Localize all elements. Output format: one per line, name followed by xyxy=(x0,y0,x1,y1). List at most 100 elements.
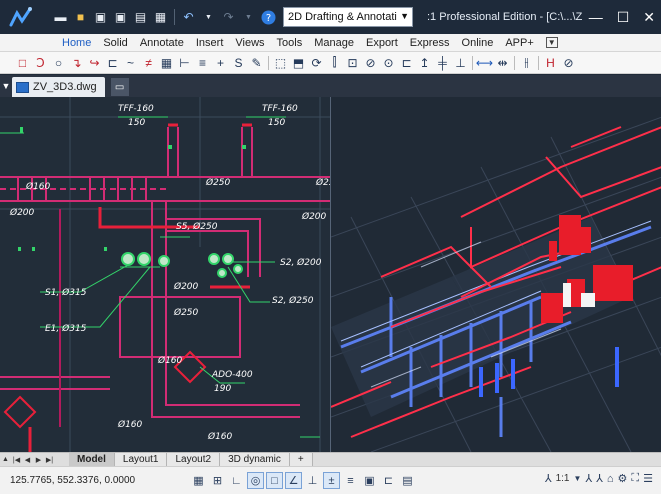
tab-app-plus[interactable]: APP+ xyxy=(499,34,539,52)
layout-tab-3d-dynamic[interactable]: 3D dynamic xyxy=(220,453,290,466)
break-icon[interactable]: ╪ xyxy=(434,54,451,71)
arc-icon[interactable]: ↪ xyxy=(86,54,103,71)
tab-home[interactable]: Home xyxy=(56,34,97,52)
offset-icon[interactable]: ⊘ xyxy=(362,54,379,71)
add-layout-button[interactable]: + xyxy=(289,453,313,466)
multiline-icon[interactable]: ⊢ xyxy=(176,54,193,71)
save-as-icon[interactable]: ▣ xyxy=(112,9,129,26)
last-layout-icon[interactable]: ▶| xyxy=(44,454,55,466)
hatch-icon[interactable]: ≠ xyxy=(140,54,157,71)
ribbon-toggle-icon[interactable]: ▼ xyxy=(545,37,558,48)
align-icon[interactable]: ⇹ xyxy=(494,54,511,71)
trim-icon[interactable]: ⊏ xyxy=(398,54,415,71)
minimize-icon[interactable]: — xyxy=(589,9,603,25)
close-icon[interactable]: ✕ xyxy=(643,9,655,26)
viewport-2d-plan[interactable]: TFF-160 150 TFF-160 150 Ø160 Ø250 Ø25 Ø2… xyxy=(0,97,330,452)
dimension-icon[interactable]: ⟷ xyxy=(476,54,493,71)
selection-cycling-icon[interactable]: ⊏ xyxy=(380,472,397,489)
polyline-icon[interactable]: Ↄ xyxy=(32,54,49,71)
auto-scale-icon[interactable]: ⅄ xyxy=(596,472,603,485)
point-icon[interactable]: + xyxy=(212,54,229,71)
app-logo[interactable] xyxy=(0,0,42,34)
tab-manage[interactable]: Manage xyxy=(308,34,360,52)
circle-tool-icon[interactable]: ○ xyxy=(50,54,67,71)
object-snap-toggle-icon[interactable]: □ xyxy=(266,472,283,489)
layout-tab-layout2[interactable]: Layout2 xyxy=(167,453,221,466)
rotate-icon[interactable]: ⟳ xyxy=(308,54,325,71)
text-h-icon[interactable]: H xyxy=(542,54,559,71)
copy-icon[interactable]: ⬒ xyxy=(290,54,307,71)
tab-export[interactable]: Export xyxy=(360,34,404,52)
grid-icon[interactable]: ▦ xyxy=(190,472,207,489)
pencil-icon[interactable]: ✎ xyxy=(248,54,265,71)
fillet-icon[interactable]: ⊙ xyxy=(380,54,397,71)
ortho-icon[interactable]: ∟ xyxy=(228,472,245,489)
annotation-monitor-icon[interactable]: ▤ xyxy=(399,472,416,489)
scale-icon[interactable]: ⊡ xyxy=(344,54,361,71)
status-right-tools: ⅄ 1:1 ▼ ⅄ ⅄ ⌂ ⚙ ⛶ ☰ xyxy=(545,472,653,485)
snap-tracking-icon[interactable]: ∠ xyxy=(285,472,302,489)
tab-solid[interactable]: Solid xyxy=(97,34,133,52)
document-tab-bar: ▼ ZV_3D3.dwg ▭ xyxy=(0,75,661,97)
label-ado-val: 190 xyxy=(214,384,231,394)
label-s5: S5, Ø250 xyxy=(176,221,218,232)
redo-dropdown-icon[interactable]: ▼ xyxy=(240,9,257,26)
tab-express[interactable]: Express xyxy=(404,34,456,52)
document-tab[interactable]: ZV_3D3.dwg xyxy=(12,77,105,97)
snap-icon[interactable]: S xyxy=(230,54,247,71)
viewport-3d-model[interactable] xyxy=(330,97,661,452)
move-icon[interactable]: ⬚ xyxy=(272,54,289,71)
help-icon[interactable]: ? xyxy=(260,9,277,26)
ribbon-tabs: Home Solid Annotate Insert Views Tools M… xyxy=(0,34,661,52)
undo-dropdown-icon[interactable]: ▼ xyxy=(200,9,217,26)
region-icon[interactable]: ≡ xyxy=(194,54,211,71)
tab-annotate[interactable]: Annotate xyxy=(134,34,190,52)
first-layout-icon[interactable]: |◀ xyxy=(11,454,22,466)
annotation-scale-value[interactable]: 1:1 xyxy=(556,473,570,484)
arrow-down-icon[interactable]: ↴ xyxy=(68,54,85,71)
dynamic-ucs-icon[interactable]: ⊥ xyxy=(304,472,321,489)
lineweight-icon[interactable]: ≡ xyxy=(342,472,359,489)
maximize-icon[interactable]: ☐ xyxy=(617,9,630,26)
open-folder-icon[interactable]: ■ xyxy=(72,9,89,26)
tab-views[interactable]: Views xyxy=(229,34,270,52)
print-icon[interactable]: ▤ xyxy=(132,9,149,26)
next-layout-icon[interactable]: ▶ xyxy=(33,454,44,466)
redo-icon[interactable]: ↷ xyxy=(220,9,237,26)
save-icon[interactable]: ▣ xyxy=(92,9,109,26)
plot-preview-icon[interactable]: ▦ xyxy=(152,9,169,26)
dynamic-input-icon[interactable]: ± xyxy=(323,472,340,489)
tab-online[interactable]: Online xyxy=(456,34,500,52)
snap-mode-icon[interactable]: ⊞ xyxy=(209,472,226,489)
distribute-icon[interactable]: ⫲ xyxy=(518,54,535,71)
fullscreen-icon[interactable]: ⛶ xyxy=(631,472,639,485)
polar-tracking-icon[interactable]: ◎ xyxy=(247,472,264,489)
separator xyxy=(472,55,473,70)
annotation-scale-icon[interactable]: ⅄ xyxy=(545,472,552,485)
layout-tab-model[interactable]: Model xyxy=(69,453,115,466)
line-tool-icon[interactable]: ⊏ xyxy=(104,54,121,71)
annotation-visibility-icon[interactable]: ⅄ xyxy=(585,472,592,485)
workspace-switch-icon[interactable]: ⌂ xyxy=(607,473,614,485)
table-icon[interactable]: ▦ xyxy=(158,54,175,71)
join-icon[interactable]: ⊥ xyxy=(452,54,469,71)
extend-icon[interactable]: ↥ xyxy=(416,54,433,71)
scale-dropdown-icon[interactable]: ▼ xyxy=(574,474,582,483)
transparency-icon[interactable]: ▣ xyxy=(361,472,378,489)
customize-menu-icon[interactable]: ☰ xyxy=(643,472,653,485)
undo-icon[interactable]: ↶ xyxy=(180,9,197,26)
tab-insert[interactable]: Insert xyxy=(190,34,230,52)
new-file-icon[interactable]: ▬ xyxy=(52,9,69,26)
up-arrow-icon[interactable]: ▲ xyxy=(0,454,11,466)
tab-list-arrow-icon[interactable]: ▼ xyxy=(0,75,12,97)
tab-tools[interactable]: Tools xyxy=(271,34,309,52)
spline-icon[interactable]: ~ xyxy=(122,54,139,71)
object-snap-icon[interactable]: ⊘ xyxy=(560,54,577,71)
layout-tab-layout1[interactable]: Layout1 xyxy=(114,453,168,466)
mirror-icon[interactable]: ⫿ xyxy=(326,54,343,71)
new-tab-button[interactable]: ▭ xyxy=(110,78,129,96)
settings-gear-icon[interactable]: ⚙ xyxy=(618,472,628,485)
workspace-select[interactable]: 2D Drafting & Annotati ▼ xyxy=(283,7,413,27)
rectangle-icon[interactable]: □ xyxy=(14,54,31,71)
prev-layout-icon[interactable]: ◀ xyxy=(22,454,33,466)
